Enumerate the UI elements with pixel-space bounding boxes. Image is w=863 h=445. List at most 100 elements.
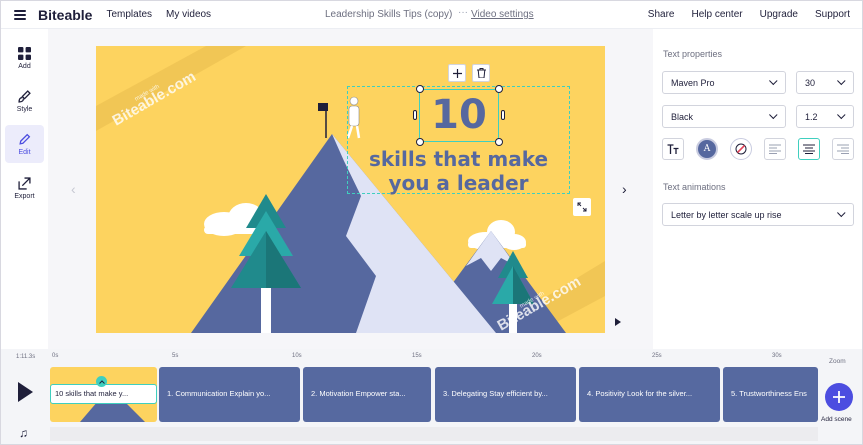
prev-scene-icon[interactable]: ‹ [71,181,76,197]
resize-handle-bl[interactable] [416,138,424,146]
timeline: 1:11.3s 0s 5s 10s 15s 20s 25s 30s ♫ 10 s… [1,349,862,444]
play-button[interactable] [18,382,33,402]
delete-element-button[interactable] [472,64,490,82]
font-size-select[interactable]: 30 [796,71,854,94]
rail-item-export[interactable]: Export [5,169,44,207]
resize-handle-left[interactable] [413,110,417,120]
tick-label: 10s [292,353,302,359]
menu-icon[interactable] [14,9,26,20]
support-link[interactable]: Support [815,9,850,20]
expand-button[interactable] [573,198,591,216]
tick-label: 30s [772,353,782,359]
line-height-value: 1.2 [805,111,818,122]
align-center-icon [803,144,815,154]
no-color-icon [735,143,747,155]
rail-item-edit[interactable]: Edit [5,125,44,163]
chevron-down-icon [837,110,846,119]
rail-label-style: Style [16,105,33,113]
preview-play-icon[interactable] [615,318,621,326]
headline-number[interactable]: 10 [419,88,499,142]
font-family-value: Maven Pro [671,77,715,88]
rail-label-export: Export [14,192,35,200]
brand-logo[interactable]: Biteable [38,7,92,23]
upgrade-link[interactable]: Upgrade [760,9,798,20]
next-scene-icon[interactable]: › [622,181,627,197]
scene-preview[interactable]: Biteable.com made with Biteable.com made… [96,46,605,333]
top-bar: Biteable Templates My videos Leadership … [1,1,862,29]
timeline-ruler[interactable]: 0s 5s 10s 15s 20s 25s 30s [50,350,818,364]
top-right-nav: Share Help center Upgrade Support [648,9,850,20]
scene-clip-0[interactable]: 10 skills that make y... [50,367,157,422]
rail-item-style[interactable]: Style [5,82,44,120]
font-family-select[interactable]: Maven Pro [662,71,786,94]
line-height-select[interactable]: 1.2 [796,105,854,128]
text-animation-select[interactable]: Letter by letter scale up rise [662,203,854,226]
editor-window: Biteable Templates My videos Leadership … [0,0,863,445]
font-weight-select[interactable]: Black [662,105,786,128]
tick-label: 20s [532,353,542,359]
text-properties-title: Text properties [663,49,723,59]
zoom-label[interactable]: Zoom [829,358,846,365]
align-center-button[interactable] [798,138,820,160]
nav-templates[interactable]: Templates [106,9,152,20]
video-settings-link[interactable]: Video settings [471,9,534,20]
nav-my-videos[interactable]: My videos [166,9,211,20]
document-title[interactable]: Leadership Skills Tips (copy) [325,9,452,20]
align-left-button[interactable] [764,138,786,160]
text-properties-panel: Text properties Maven Pro 30 Black 1.2 A [653,29,862,349]
tick-label: 5s [172,353,179,359]
scene-label: 1. Communication Explain yo... [167,389,271,398]
tick-label: 25s [652,353,662,359]
highlight-color-button[interactable] [730,138,752,160]
scene-label: 3. Delegating Stay efficient by... [443,389,548,398]
text-animations-title: Text animations [663,182,726,192]
music-icon[interactable]: ♫ [19,426,28,440]
chevron-down-icon [837,208,846,217]
resize-handle-tr[interactable] [495,85,503,93]
font-size-value: 30 [805,77,816,88]
resize-handle-tl[interactable] [416,85,424,93]
scene-clip-1[interactable]: 1. Communication Explain yo... [159,367,300,422]
text-case-icon [667,143,679,154]
plus-icon [452,68,462,78]
audio-track[interactable] [50,427,818,441]
trash-icon [476,68,486,78]
rail-label-edit: Edit [18,148,31,156]
font-weight-value: Black [671,111,694,122]
chevron-down-icon [769,76,778,85]
pencil-icon [19,133,31,145]
left-rail: Add Style Edit Export [1,29,48,349]
add-element-button[interactable] [448,64,466,82]
scene-clip-2[interactable]: 2. Motivation Empower sta... [303,367,431,422]
help-center-link[interactable]: Help center [691,9,742,20]
scene-clip-4[interactable]: 4. Positivity Look for the silver... [579,367,720,422]
scene-clip-5[interactable]: 5. Trustworthiness Ens [723,367,818,422]
rail-item-add[interactable]: Add [5,39,44,77]
headline-line2[interactable]: you a leader [347,171,570,195]
resize-handle-br[interactable] [495,138,503,146]
export-icon [18,176,31,190]
text-color-icon: A [703,144,711,154]
chevron-up-icon[interactable] [96,376,107,387]
tick-label: 0s [52,353,59,359]
scene-label: 10 skills that make y... [50,384,157,404]
share-link[interactable]: Share [648,9,675,20]
resize-handle-right[interactable] [501,110,505,120]
text-color-button[interactable]: A [696,138,718,160]
text-animation-value: Letter by letter scale up rise [671,209,782,220]
more-options-icon[interactable]: ··· [458,7,468,18]
align-right-button[interactable] [832,138,854,160]
scene-label: 4. Positivity Look for the silver... [587,389,693,398]
add-scene-button[interactable] [825,383,853,411]
scene-clip-3[interactable]: 3. Delegating Stay efficient by... [435,367,576,422]
align-right-icon [837,144,849,154]
scene-label: 5. Trustworthiness Ens [731,389,807,398]
align-left-icon [769,144,781,154]
headline-line1[interactable]: skills that make [347,147,570,171]
tick-label: 15s [412,353,422,359]
add-scene-label: Add scene [821,416,852,423]
flag-icon [318,103,328,111]
chevron-down-icon [837,76,846,85]
text-case-button[interactable] [662,138,684,160]
chevron-down-icon [769,110,778,119]
